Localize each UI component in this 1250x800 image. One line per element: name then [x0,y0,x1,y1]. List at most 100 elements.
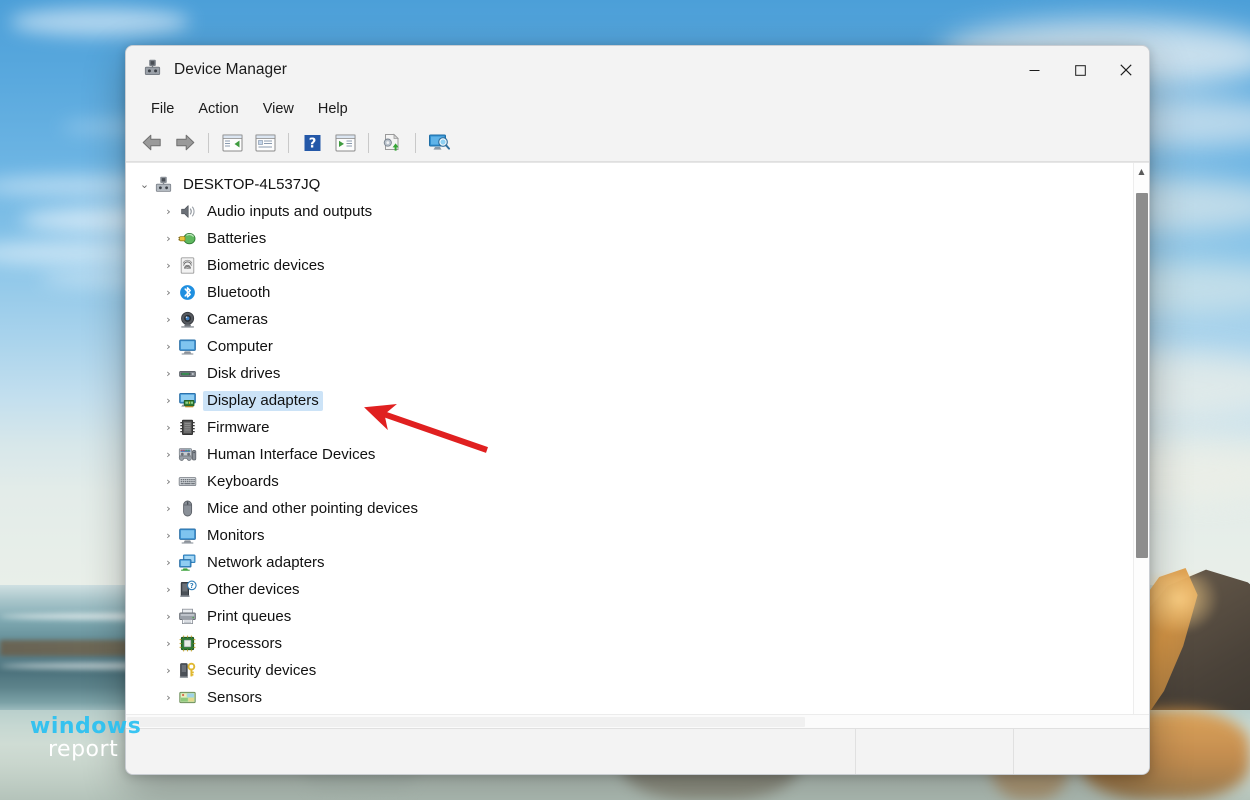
tree-item[interactable]: › Firmware [126,414,1133,441]
other-device-icon: ? [177,580,198,600]
status-bar [126,728,1149,774]
menu-item-action[interactable]: Action [187,98,249,120]
properties-icon[interactable] [249,128,281,158]
tree-item[interactable]: › Monitors [126,522,1133,549]
maximize-button[interactable] [1057,46,1103,94]
tree-item[interactable]: › Human Interface Devices [126,441,1133,468]
status-bar-message [126,729,856,774]
close-button[interactable] [1103,46,1149,94]
monitor-icon [177,337,198,357]
tree-item[interactable]: › Mice and other pointing devices [126,495,1133,522]
tree-item-label: Network adapters [207,553,325,571]
tree-item-label: Keyboards [207,472,279,490]
scrollbar-thumb[interactable] [1136,193,1148,558]
minimize-button[interactable] [1011,46,1057,94]
tree-item-label: Disk drives [207,364,281,382]
collapse-chevron-icon[interactable]: › [160,475,177,488]
tree-item[interactable]: › Processors [126,630,1133,657]
device-tree[interactable]: ⌄ DESKTOP-4L537JQ › Audio inputs and outp… [126,163,1133,714]
tree-item[interactable]: › Display adapters [126,387,1133,414]
tree-item-label: Other devices [207,580,300,598]
tree-item[interactable]: › Keyboards [126,468,1133,495]
collapse-chevron-icon[interactable]: › [160,502,177,515]
collapse-chevron-icon[interactable]: › [160,421,177,434]
collapse-chevron-icon[interactable]: › [160,610,177,623]
menu-item-view[interactable]: View [252,98,305,120]
tree-item[interactable]: › Audio inputs and outputs [126,198,1133,225]
tree-item[interactable]: › Print queues [126,603,1133,630]
window-controls [1011,46,1149,94]
back-icon[interactable] [136,128,168,158]
remote-display-icon[interactable] [423,128,455,158]
tree-root-label: DESKTOP-4L537JQ [183,175,321,193]
tree-item[interactable]: › Network adapters [126,549,1133,576]
tree-item[interactable]: › Disk drives [126,360,1133,387]
title-bar[interactable]: Device Manager [126,46,1149,94]
tree-item[interactable]: › Batteries [126,225,1133,252]
mouse-icon [177,499,198,519]
horizontal-scrollbar[interactable] [126,714,1149,728]
printer-icon [177,607,198,627]
tree-item-label: Batteries [207,229,267,247]
tree-item[interactable]: › Biometric devices [126,252,1133,279]
forward-icon[interactable] [169,128,201,158]
show-hide-tree-icon[interactable] [216,128,248,158]
keyboard-icon [177,472,198,492]
collapse-chevron-icon[interactable]: › [160,367,177,380]
tree-item-label: Firmware [207,418,270,436]
scan-hardware-icon[interactable] [329,128,361,158]
bluetooth-icon [177,283,198,303]
scroll-up-arrow[interactable]: ▲ [1134,163,1149,179]
speaker-icon [177,202,198,222]
tree-item[interactable]: › Sensors [126,684,1133,711]
tree-item-label: Processors [207,634,283,652]
tree-item-label: Biometric devices [207,256,325,274]
collapse-chevron-icon[interactable]: › [160,340,177,353]
help-icon[interactable]: ? [296,128,328,158]
vertical-scrollbar[interactable]: ▲ [1133,163,1149,714]
tree-root-node[interactable]: ⌄ DESKTOP-4L537JQ [126,171,1133,198]
cloud-wisp [10,8,190,36]
collapse-chevron-icon[interactable]: › [160,448,177,461]
device-tree-panel: ⌄ DESKTOP-4L537JQ › Audio inputs and outp… [126,162,1149,714]
tree-item[interactable]: › Bluetooth [126,279,1133,306]
menu-item-help[interactable]: Help [307,98,359,120]
tree-item[interactable]: › Computer [126,333,1133,360]
collapse-chevron-icon[interactable]: › [160,583,177,596]
tree-item[interactable]: › ? Other devices [126,576,1133,603]
tree-item-label: Mice and other pointing devices [207,499,418,517]
toolbar-separator [288,132,289,153]
tree-item-label: Monitors [207,526,265,544]
camera-icon [177,310,198,330]
expand-chevron-icon[interactable]: ⌄ [136,178,153,191]
collapse-chevron-icon[interactable]: › [160,637,177,650]
update-driver-icon[interactable] [376,128,408,158]
fingerprint-icon [177,256,198,276]
tree-item[interactable]: › Cameras [126,306,1133,333]
collapse-chevron-icon[interactable]: › [160,394,177,407]
gamepad-icon [177,445,198,465]
toolbar-separator [208,132,209,153]
menu-item-file[interactable]: File [140,98,185,120]
svg-text:?: ? [308,136,316,151]
disk-drive-icon [177,364,198,384]
sensor-icon [177,688,198,708]
collapse-chevron-icon[interactable]: › [160,286,177,299]
collapse-chevron-icon[interactable]: › [160,313,177,326]
status-bar-segment-1 [856,729,1014,774]
collapse-chevron-icon[interactable]: › [160,691,177,704]
wallpaper-cliff-glow [1150,575,1220,635]
toolbar-separator [368,132,369,153]
horizontal-scrollbar-thumb[interactable] [127,717,805,727]
tree-item-label: Security devices [207,661,317,679]
collapse-chevron-icon[interactable]: › [160,232,177,245]
collapse-chevron-icon[interactable]: › [160,205,177,218]
processor-icon [177,634,198,654]
collapse-chevron-icon[interactable]: › [160,529,177,542]
tree-item[interactable]: › Security devices [126,657,1133,684]
collapse-chevron-icon[interactable]: › [160,556,177,569]
toolbar-separator [415,132,416,153]
collapse-chevron-icon[interactable]: › [160,664,177,677]
collapse-chevron-icon[interactable]: › [160,259,177,272]
tree-item-label: Cameras [207,310,268,328]
